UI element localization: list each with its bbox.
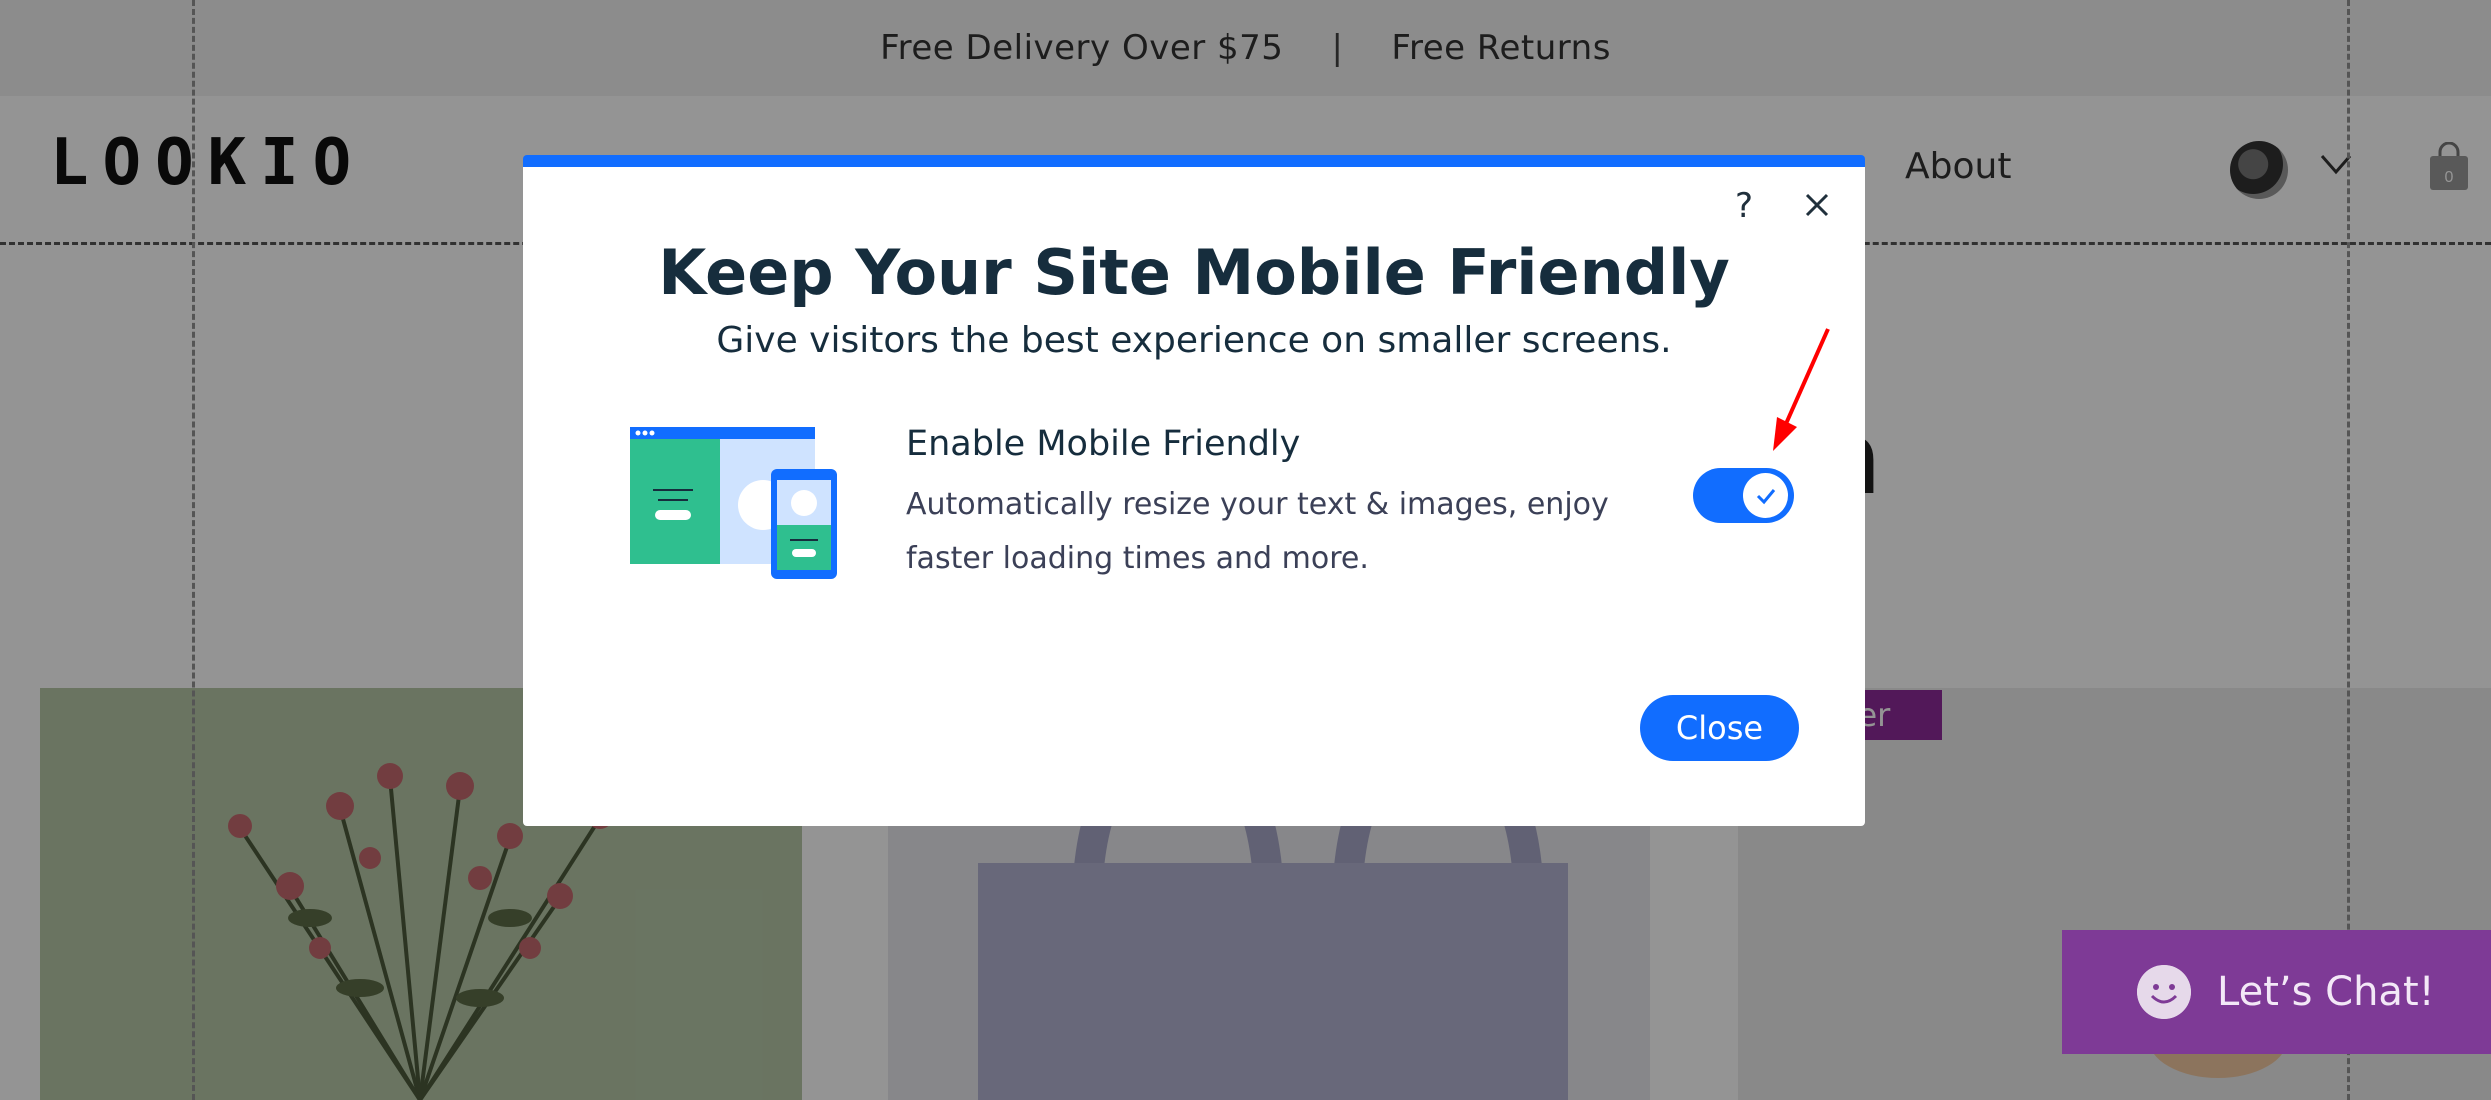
close-icon[interactable] (1801, 189, 1833, 221)
chat-widget[interactable]: Let’s Chat! (2062, 930, 2491, 1054)
mobile-friendly-illustration (630, 427, 837, 579)
feature-description: Automatically resize your text & images,… (906, 487, 1609, 576)
chat-label: Let’s Chat! (2217, 969, 2435, 1015)
close-button[interactable]: Close (1640, 695, 1799, 761)
feature-title: Enable Mobile Friendly (906, 424, 1301, 464)
mobile-friendly-toggle[interactable] (1693, 468, 1794, 523)
chat-smile-icon (2137, 965, 2191, 1019)
dialog-title: Keep Your Site Mobile Friendly (658, 236, 1730, 309)
dialog-subtitle: Give visitors the best experience on sma… (716, 320, 1672, 361)
help-icon[interactable]: ? (1735, 186, 1753, 226)
guide-line-vertical-left (192, 0, 195, 1100)
red-arrow-annotation (1773, 328, 1830, 451)
toggle-knob (1743, 473, 1788, 518)
check-icon (1756, 488, 1775, 504)
